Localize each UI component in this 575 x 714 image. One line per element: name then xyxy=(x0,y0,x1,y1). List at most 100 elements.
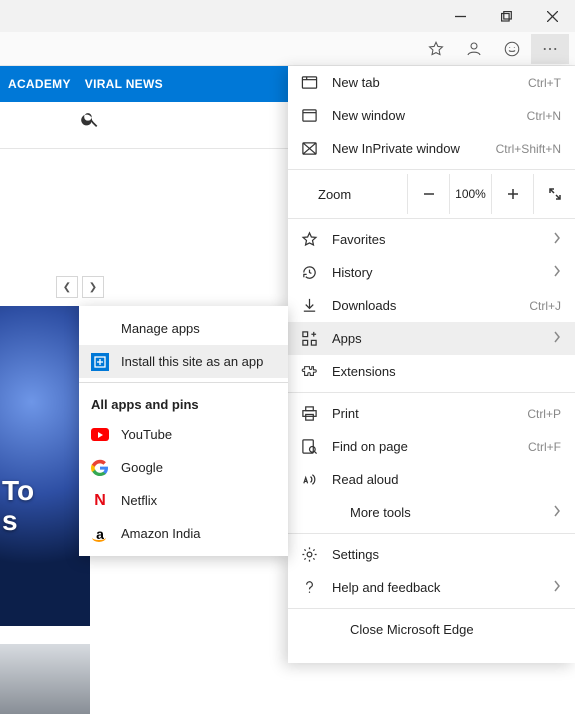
menu-label: New InPrivate window xyxy=(332,141,482,156)
chevron-right-icon xyxy=(553,265,561,280)
menu-new-tab[interactable]: New tab Ctrl+T xyxy=(288,66,575,99)
menu-shortcut: Ctrl+P xyxy=(527,407,561,421)
menu-favorites[interactable]: Favorites xyxy=(288,223,575,256)
maximize-button[interactable] xyxy=(483,0,529,32)
menu-separator xyxy=(288,608,575,609)
app-item-amazon[interactable]: a Amazon India xyxy=(79,517,288,550)
help-icon xyxy=(300,579,318,597)
extensions-icon xyxy=(300,363,318,381)
menu-label: Close Microsoft Edge xyxy=(332,622,561,637)
print-icon xyxy=(300,405,318,423)
thumbnail-image xyxy=(0,644,90,714)
submenu-label: Manage apps xyxy=(121,321,200,336)
menu-label: Settings xyxy=(332,547,561,562)
menu-apps[interactable]: Apps xyxy=(288,322,575,355)
feedback-smiley-button[interactable] xyxy=(493,34,531,64)
inprivate-icon xyxy=(300,140,318,158)
menu-read-aloud[interactable]: Read aloud xyxy=(288,463,575,496)
menu-label: Apps xyxy=(332,331,539,346)
menu-label: Favorites xyxy=(332,232,539,247)
menu-history[interactable]: History xyxy=(288,256,575,289)
app-item-youtube[interactable]: YouTube xyxy=(79,418,288,451)
zoom-value: 100% xyxy=(449,174,491,214)
menu-shortcut: Ctrl+N xyxy=(527,109,561,123)
carousel-next-button[interactable]: ❯ xyxy=(82,276,104,298)
window-title-bar xyxy=(0,0,575,32)
menu-settings[interactable]: Settings xyxy=(288,538,575,571)
install-app-icon xyxy=(91,353,109,371)
zoom-in-button[interactable] xyxy=(491,174,533,214)
menu-separator xyxy=(288,169,575,170)
browser-toolbar xyxy=(0,32,575,66)
menu-more-tools[interactable]: More tools xyxy=(288,496,575,529)
menu-help[interactable]: Help and feedback xyxy=(288,571,575,604)
search-icon[interactable] xyxy=(80,109,100,132)
menu-shortcut: Ctrl+Shift+N xyxy=(496,142,561,156)
carousel-nav: ❮ ❯ xyxy=(56,276,104,298)
menu-separator xyxy=(288,533,575,534)
google-icon xyxy=(91,459,109,477)
menu-downloads[interactable]: Downloads Ctrl+J xyxy=(288,289,575,322)
fullscreen-button[interactable] xyxy=(533,174,575,214)
zoom-out-button[interactable] xyxy=(407,174,449,214)
blank-icon xyxy=(91,320,109,338)
app-label: Netflix xyxy=(121,493,157,508)
menu-close-edge[interactable]: Close Microsoft Edge xyxy=(288,613,575,646)
menu-label: Extensions xyxy=(332,364,561,379)
app-item-google[interactable]: Google xyxy=(79,451,288,484)
nav-item[interactable]: VIRAL NEWS xyxy=(85,77,163,91)
menu-shortcut: Ctrl+F xyxy=(528,440,561,454)
menu-label: New tab xyxy=(332,75,514,90)
apps-heading: All apps and pins xyxy=(79,387,288,418)
menu-new-window[interactable]: New window Ctrl+N xyxy=(288,99,575,132)
download-icon xyxy=(300,297,318,315)
menu-extensions[interactable]: Extensions xyxy=(288,355,575,388)
netflix-icon: N xyxy=(91,492,109,510)
chevron-right-icon xyxy=(553,580,561,595)
carousel-prev-button[interactable]: ❮ xyxy=(56,276,78,298)
hero-image xyxy=(0,306,90,626)
nav-item[interactable]: ACADEMY xyxy=(8,77,71,91)
menu-label: Print xyxy=(332,406,513,421)
read-aloud-icon xyxy=(300,471,318,489)
zoom-label: Zoom xyxy=(288,187,407,202)
minimize-button[interactable] xyxy=(437,0,483,32)
menu-new-inprivate[interactable]: New InPrivate window Ctrl+Shift+N xyxy=(288,132,575,165)
settings-and-more-menu: New tab Ctrl+T New window Ctrl+N New InP… xyxy=(288,66,575,663)
menu-print[interactable]: Print Ctrl+P xyxy=(288,397,575,430)
menu-shortcut: Ctrl+J xyxy=(529,299,561,313)
history-icon xyxy=(300,264,318,282)
menu-label: Read aloud xyxy=(332,472,561,487)
menu-separator xyxy=(288,218,575,219)
menu-label: Help and feedback xyxy=(332,580,539,595)
chevron-right-icon xyxy=(553,505,561,520)
chevron-right-icon xyxy=(553,331,561,346)
menu-separator xyxy=(288,392,575,393)
apps-manage[interactable]: Manage apps xyxy=(79,312,288,345)
more-menu-button[interactable] xyxy=(531,34,569,64)
find-icon xyxy=(300,438,318,456)
hero-caption: Tos xyxy=(2,476,34,536)
app-label: YouTube xyxy=(121,427,172,442)
youtube-icon xyxy=(91,426,109,444)
submenu-label: Install this site as an app xyxy=(121,354,263,369)
menu-shortcut: Ctrl+T xyxy=(528,76,561,90)
gear-icon xyxy=(300,546,318,564)
menu-label: History xyxy=(332,265,539,280)
chevron-right-icon xyxy=(553,232,561,247)
apps-icon xyxy=(300,330,318,348)
menu-zoom: Zoom 100% xyxy=(288,174,575,214)
menu-label: Find on page xyxy=(332,439,514,454)
star-icon xyxy=(300,231,318,249)
app-item-netflix[interactable]: N Netflix xyxy=(79,484,288,517)
close-window-button[interactable] xyxy=(529,0,575,32)
app-label: Google xyxy=(121,460,163,475)
amazon-icon: a xyxy=(91,525,109,543)
favorite-star-button[interactable] xyxy=(417,34,455,64)
menu-find[interactable]: Find on page Ctrl+F xyxy=(288,430,575,463)
apps-install-site[interactable]: Install this site as an app xyxy=(79,345,288,378)
app-label: Amazon India xyxy=(121,526,201,541)
menu-label: More tools xyxy=(332,505,539,520)
profile-button[interactable] xyxy=(455,34,493,64)
submenu-separator xyxy=(79,382,288,383)
